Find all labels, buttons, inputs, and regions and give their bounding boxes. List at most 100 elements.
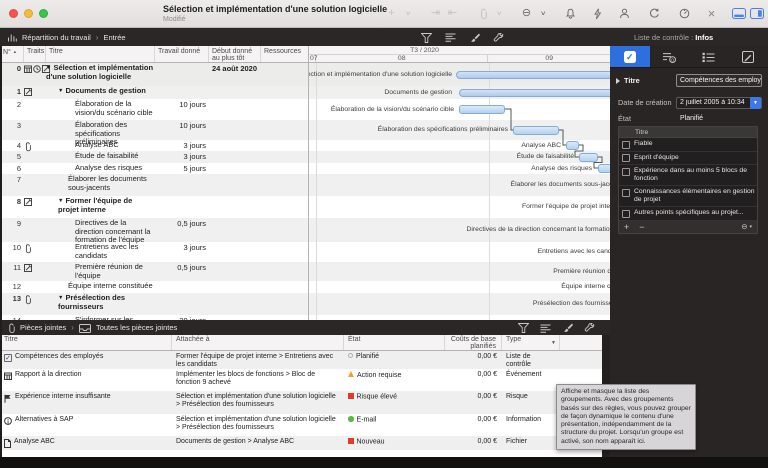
tab-fields[interactable]: [689, 46, 729, 67]
checklist-item[interactable]: Expérience dans au moins 5 blocs de fonc…: [619, 165, 757, 186]
attach-menu-icon[interactable]: ∨: [493, 5, 506, 23]
checklist-item[interactable]: Connaissances élémentaires en gestion de…: [619, 186, 757, 207]
task-title[interactable]: ▼Documents de gestion: [46, 86, 155, 99]
group-icon[interactable]: [540, 324, 551, 333]
style-icon[interactable]: [562, 323, 573, 333]
attachment-title[interactable]: Analyse ABC: [0, 436, 172, 450]
disclosure-triangle[interactable]: ▼: [58, 197, 63, 206]
task-title[interactable]: Élaboration de la vision/du scénario cib…: [46, 99, 155, 120]
task-title[interactable]: Première réunion de l'équipe: [46, 262, 155, 281]
task-title[interactable]: Analyse des risques: [46, 163, 155, 174]
attachment-title[interactable]: iAlternatives à SAP: [0, 414, 172, 436]
task-title[interactable]: Élaborer les documents sous-jacents: [46, 174, 155, 196]
breadcrumb-mode[interactable]: Entrée: [103, 33, 125, 42]
column-header-traits[interactable]: Traits: [24, 46, 46, 62]
add-icon[interactable]: +: [385, 5, 398, 23]
notifications-icon[interactable]: [564, 5, 577, 23]
type-filter-dropdown[interactable]: ▼: [551, 340, 556, 347]
column-header-title[interactable]: Titre: [46, 46, 155, 62]
remove-menu-icon[interactable]: ∨: [537, 5, 550, 23]
tab-edit[interactable]: [729, 46, 768, 67]
filter-icon[interactable]: [421, 33, 432, 43]
add-item-button[interactable]: +: [624, 222, 629, 232]
group-icon[interactable]: [445, 33, 456, 42]
attachment-title[interactable]: Rapport à la direction: [0, 369, 172, 391]
sync-icon[interactable]: [648, 5, 661, 23]
attachment-title[interactable]: Expérience interne insuffisante: [0, 391, 172, 414]
task-row[interactable]: 11Première réunion de l'équipe0,5 jours: [0, 262, 308, 281]
task-row[interactable]: 9Directives de la direction concernant l…: [0, 218, 308, 242]
disclosure-triangle[interactable]: ▼: [46, 64, 51, 73]
item-checkbox[interactable]: [622, 189, 630, 197]
date-dropdown-button[interactable]: ▼: [750, 97, 761, 109]
attachment-row[interactable]: Rapport à la directionImplémenter les bl…: [0, 369, 602, 391]
tab-status[interactable]: 0: [650, 46, 690, 67]
task-row[interactable]: 1▼Documents de gestion: [0, 86, 308, 99]
zoom-button[interactable]: [39, 9, 48, 18]
column-header-work[interactable]: Travail donné: [155, 46, 209, 62]
toggle-right-panel-icon[interactable]: [750, 5, 764, 23]
task-row[interactable]: 12Équipe interne constituée: [0, 281, 308, 293]
item-checkbox[interactable]: [622, 141, 630, 149]
assign-icon[interactable]: [618, 5, 631, 23]
task-row[interactable]: 10Entretiens avec les candidats3 jours: [0, 242, 308, 262]
close-button[interactable]: [9, 9, 18, 18]
created-date-field[interactable]: 2 juillet 2005 à 10:34 ▼: [676, 97, 762, 109]
task-title[interactable]: ▼Présélection des fournisseurs: [46, 293, 155, 315]
attachment-row[interactable]: ✓Compétences des employésFormer l'équipe…: [0, 351, 602, 369]
attachment-title[interactable]: ✓Compétences des employés: [0, 351, 172, 369]
title-field[interactable]: Compétences des employés: [676, 74, 762, 87]
breadcrumb-all-attachments[interactable]: Toutes les pièces jointes: [96, 323, 177, 332]
breadcrumb-attachments[interactable]: Pièces jointes: [20, 323, 66, 332]
task-row[interactable]: 7Élaborer les documents sous-jacents: [0, 174, 308, 196]
task-row[interactable]: 8▼Former l'équipe de projet interne: [0, 196, 308, 218]
tools-icon[interactable]: [493, 33, 504, 43]
column-header-attachment-title[interactable]: Titre: [0, 335, 172, 350]
breadcrumb-view[interactable]: Répartition du travail: [22, 33, 91, 42]
checklist-item[interactable]: Esprit d'équipe: [619, 152, 757, 166]
task-row[interactable]: 4Analyse ABC3 jours: [0, 140, 308, 151]
task-row[interactable]: 3Élaboration des spécifications prélimin…: [0, 120, 308, 140]
task-title[interactable]: Équipe interne constituée: [46, 281, 155, 293]
outdent-icon[interactable]: ⇤: [446, 5, 459, 23]
task-title[interactable]: ▼Sélection et implémentation d'une solut…: [46, 63, 155, 86]
tools-icon[interactable]: [584, 323, 595, 333]
disclosure-triangle[interactable]: ▼: [58, 294, 63, 303]
task-row[interactable]: 13▼Présélection des fournisseurs: [0, 293, 308, 315]
task-title[interactable]: Élaboration des spécifications prélimina…: [46, 120, 155, 140]
item-action-menu[interactable]: ⊖▾: [741, 222, 752, 231]
attachments-breadcrumb[interactable]: Pièces jointes › Toutes les pièces joint…: [0, 322, 177, 334]
item-checkbox[interactable]: [622, 154, 630, 162]
toggle-bottom-panel-icon[interactable]: [732, 5, 746, 23]
task-title[interactable]: Étude de faisabilité: [46, 151, 155, 163]
attachment-row[interactable]: Expérience interne insuffisanteSélection…: [0, 391, 602, 414]
column-header-attached-to[interactable]: Attachée à: [172, 335, 344, 350]
column-header-type[interactable]: Type▼: [502, 335, 560, 350]
task-title[interactable]: Directives de la direction concernant la…: [46, 218, 155, 242]
task-title[interactable]: ▼Former l'équipe de projet interne: [46, 196, 155, 218]
checklist-header[interactable]: Titre: [619, 127, 757, 138]
add-menu-icon[interactable]: ∨: [402, 5, 415, 23]
minimize-button[interactable]: [24, 9, 33, 18]
column-header-start[interactable]: Début donné au plus tôt: [209, 46, 261, 62]
remove-icon[interactable]: ⊖: [520, 5, 533, 23]
checklist-item[interactable]: Fiable: [619, 138, 757, 152]
column-header-num[interactable]: N° ▲: [0, 46, 24, 62]
item-checkbox[interactable]: [622, 210, 630, 218]
attach-icon[interactable]: [476, 5, 489, 23]
column-header-cost[interactable]: Coûts de base planifiés: [445, 335, 502, 350]
task-row[interactable]: 5Étude de faisabilité3 jours: [0, 151, 308, 163]
attachment-row[interactable]: iAlternatives à SAPSélection et implémen…: [0, 414, 602, 436]
view-breadcrumb[interactable]: Répartition du travail › Entrée: [0, 32, 126, 42]
task-row[interactable]: 0▼Sélection et implémentation d'une solu…: [0, 63, 308, 86]
column-header-resources[interactable]: Ressources: [261, 46, 308, 62]
disclosure-triangle[interactable]: ▼: [58, 87, 63, 96]
column-header-state[interactable]: État: [344, 335, 445, 350]
attachment-row[interactable]: Analyse ABCDocuments de gestion > Analys…: [0, 436, 602, 450]
checklist-item[interactable]: Autres points spécifiques au projet...: [619, 207, 757, 221]
progress-icon[interactable]: [678, 5, 691, 23]
cut-icon[interactable]: ×: [705, 5, 718, 23]
actions-icon[interactable]: [591, 5, 604, 23]
tab-checklist[interactable]: ✓: [610, 46, 650, 67]
task-row[interactable]: 6Analyse des risques5 jours: [0, 163, 308, 174]
